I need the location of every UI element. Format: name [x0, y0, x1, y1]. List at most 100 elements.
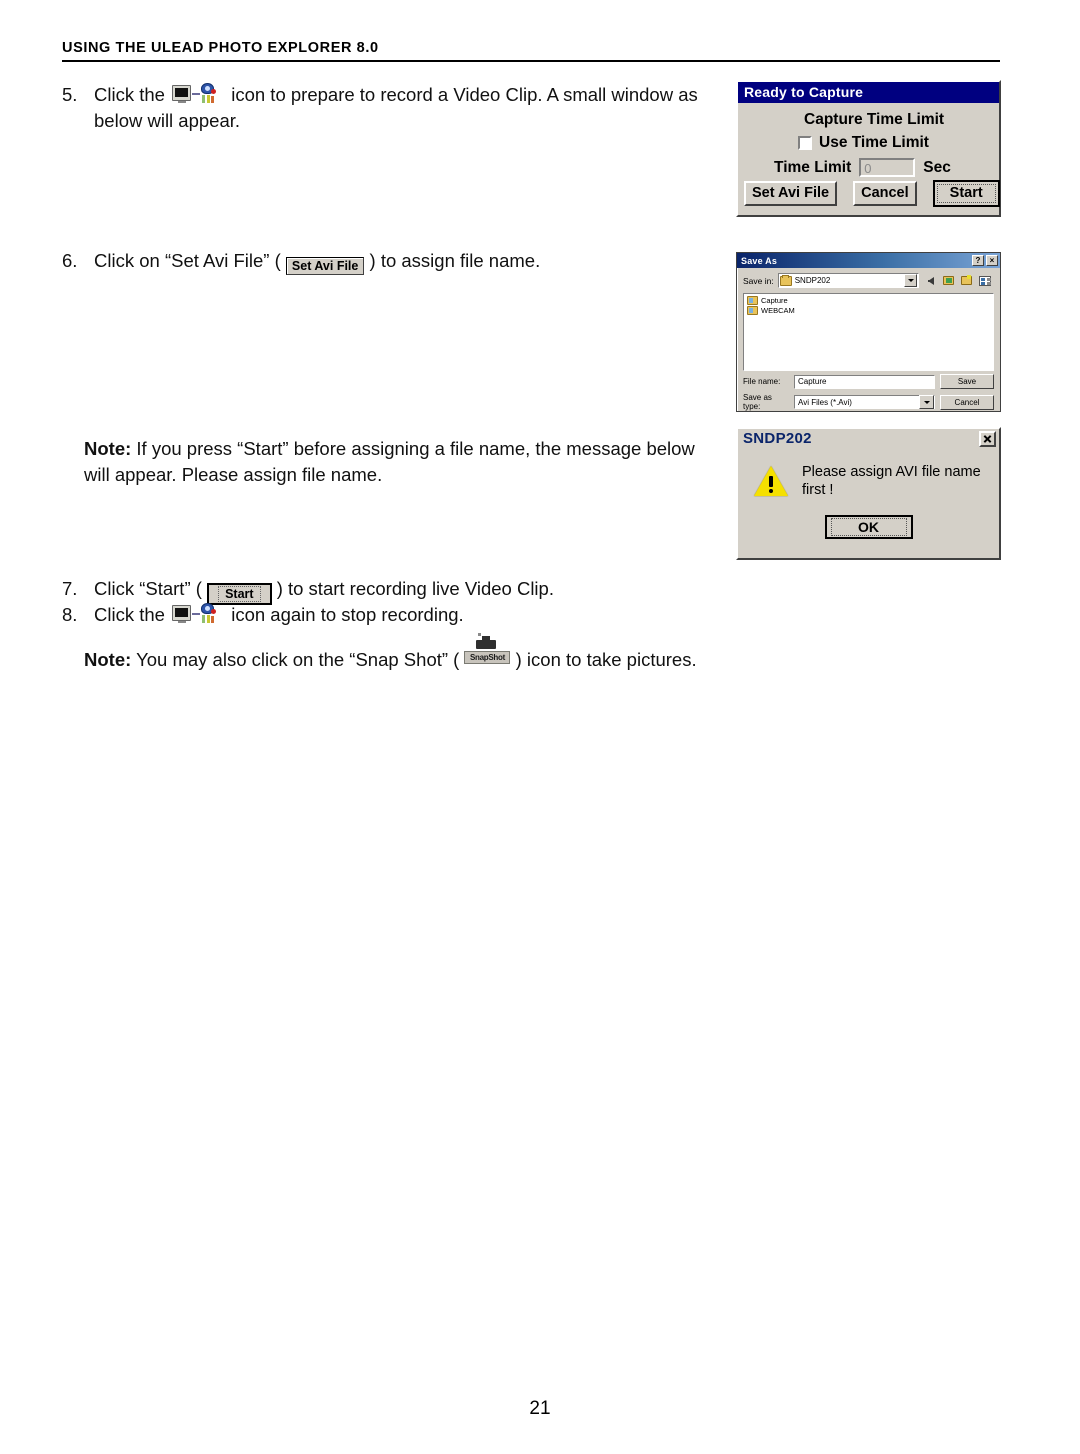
webcam-stand-glyph-3	[211, 96, 215, 103]
ready-to-capture-content: Capture Time Limit Use Time Limit Time L…	[738, 103, 1000, 212]
ready-to-capture-title: Ready to Capture	[744, 84, 864, 100]
step-5-number: 5.	[62, 84, 78, 105]
step-8-number: 8.	[62, 604, 78, 625]
save-as-titlebar-buttons: ? ×	[972, 255, 998, 266]
use-time-limit-checkbox[interactable]	[798, 136, 812, 150]
list-item-label: Capture	[761, 296, 788, 305]
close-icon[interactable]	[979, 430, 996, 447]
sec-label: Sec	[923, 158, 951, 176]
save-as-file-list[interactable]: Capture WEBCAM	[743, 293, 994, 371]
step-8-text-after: icon again to stop recording.	[231, 604, 464, 625]
sndp202-message-dialog: SNDP202 Please assign AVI file name firs…	[736, 427, 1001, 560]
camera-record-icon	[172, 83, 224, 105]
note-2-label: Note:	[84, 649, 132, 670]
chevron-down-icon[interactable]	[919, 395, 934, 409]
note-1-text: If you press “Start” before assigning a …	[84, 438, 695, 485]
webcam-stand-glyph-1	[202, 615, 206, 623]
list-item[interactable]: WEBCAM	[747, 306, 990, 315]
snapshot-icon-label: SnapShot	[464, 651, 511, 664]
views-icon[interactable]	[977, 273, 992, 288]
step-6-body: Click on “Set Avi File” ( Set Avi File )…	[94, 248, 722, 275]
set-avi-file-button[interactable]: Set Avi File	[744, 181, 838, 206]
save-as-type-label: Save as type:	[743, 393, 772, 411]
message-titlebar[interactable]: SNDP202	[738, 429, 999, 449]
folder-icon	[747, 306, 758, 315]
ready-to-capture-dialog: Ready to Capture Capture Time Limit Use …	[736, 80, 1001, 217]
close-icon[interactable]: ×	[986, 255, 998, 266]
ready-to-capture-button-row: Set Avi File Cancel Start	[744, 180, 1000, 207]
link-glyph	[192, 613, 201, 615]
save-as-type-value: Avi Files (*.Avi)	[798, 397, 852, 407]
step-6-text-before: Click on “Set Avi File” (	[94, 250, 281, 271]
step-8-text-before: Click the	[94, 604, 165, 625]
folder-icon	[779, 274, 792, 286]
step-6: 6. Click on “Set Avi File” ( Set Avi Fil…	[62, 248, 722, 275]
note-2-text-before: You may also click on the “Snap Shot” (	[136, 649, 460, 670]
camera-record-icon	[172, 603, 224, 625]
save-button[interactable]: Save	[940, 374, 994, 389]
step-5-text-before: Click the	[94, 84, 165, 105]
step-5-body: Click the icon to prepare to record a Vi…	[94, 82, 722, 134]
file-name-input[interactable]: Capture	[794, 374, 935, 389]
webcam-red-dot-glyph	[211, 89, 217, 94]
use-time-limit-label: Use Time Limit	[819, 134, 929, 151]
use-time-limit-row: Use Time Limit	[798, 134, 991, 152]
webcam-glyph	[200, 83, 217, 104]
inline-set-avi-file-button: Set Avi File	[285, 257, 365, 275]
cancel-button[interactable]: Cancel	[853, 181, 917, 206]
save-as-titlebar[interactable]: Save As ? ×	[737, 253, 1000, 268]
save-as-type-combobox[interactable]: Avi Files (*.Avi)	[794, 395, 935, 409]
webcam-stand-glyph-3	[211, 616, 215, 623]
list-item[interactable]: Capture	[747, 296, 990, 305]
time-limit-input[interactable]: 0	[859, 158, 916, 177]
camera-flash-glyph	[478, 633, 482, 636]
note-assign-file-name: Note: If you press “Start” before assign…	[84, 436, 704, 488]
ok-button[interactable]: OK	[824, 515, 913, 539]
note-snap-shot: Note: You may also click on the “Snap Sh…	[84, 633, 744, 673]
monitor-glyph	[172, 85, 192, 103]
monitor-glyph	[172, 605, 192, 623]
new-folder-icon[interactable]	[959, 273, 974, 288]
step-8: 8. Click the icon again to stop recordin…	[62, 602, 722, 628]
save-in-row: Save in: SNDP202	[737, 268, 1000, 291]
ready-to-capture-titlebar[interactable]: Ready to Capture	[738, 82, 999, 103]
page-header: USING THE ULEAD PHOTO EXPLORER 8.0	[62, 40, 1000, 62]
save-as-title: Save As	[741, 255, 778, 266]
time-limit-label: Time Limit	[774, 158, 852, 176]
up-folder-icon[interactable]	[941, 273, 956, 288]
step-5: 5. Click the icon to prepare to record a…	[62, 82, 722, 134]
webcam-stand-glyph-2	[207, 95, 211, 103]
step-7-number: 7.	[62, 578, 78, 599]
message-text: Please assign AVI file name first !	[802, 464, 981, 498]
warning-exclamation-glyph	[769, 475, 773, 487]
folder-icon	[747, 296, 758, 305]
save-as-type-row: Save as type: Avi Files (*.Avi) Cancel	[743, 393, 994, 411]
file-name-label: File name:	[743, 377, 781, 386]
step-6-text-after: ) to assign file name.	[369, 250, 541, 271]
help-icon[interactable]: ?	[972, 255, 984, 266]
cancel-button[interactable]: Cancel	[940, 394, 994, 410]
step-6-number: 6.	[62, 250, 78, 271]
header-divider	[62, 60, 1000, 62]
step-7-body: Click “Start” ( Start ) to start recordi…	[94, 576, 722, 605]
message-body: Please assign AVI file name first !	[738, 449, 999, 499]
webcam-stand-glyph-1	[202, 95, 206, 103]
webcam-red-dot-glyph	[211, 609, 217, 614]
note-1-label: Note:	[84, 438, 132, 459]
file-name-row: File name: Capture Save	[743, 374, 994, 389]
list-item-label: WEBCAM	[761, 306, 795, 315]
back-arrow-icon[interactable]	[923, 273, 938, 288]
capture-time-limit-heading: Capture Time Limit	[804, 111, 945, 128]
note-2-text-after: ) icon to take pictures.	[515, 649, 697, 670]
step-7-text-before: Click “Start” (	[94, 578, 202, 599]
start-button[interactable]: Start	[932, 180, 1000, 207]
warning-icon	[754, 465, 788, 497]
save-in-combobox[interactable]: SNDP202	[777, 273, 919, 288]
ok-button-label: OK	[830, 518, 907, 536]
chevron-down-icon[interactable]	[904, 274, 917, 287]
camera-glyph	[476, 633, 497, 649]
save-as-toolbar	[923, 273, 994, 288]
webcam-stand-glyph-2	[207, 615, 211, 623]
snapshot-icon: SnapShot	[464, 633, 511, 670]
save-in-value: SNDP202	[794, 276, 831, 285]
